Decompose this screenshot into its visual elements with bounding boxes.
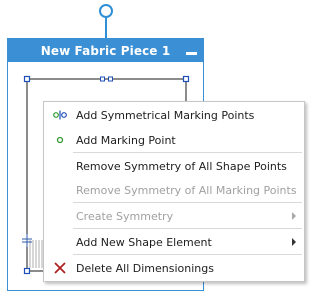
menu-separator (73, 228, 302, 229)
shape-point[interactable] (182, 75, 190, 83)
menu-item-add-symmetrical-marking-points[interactable]: Add Symmetrical Marking Points (44, 103, 304, 127)
minimize-button[interactable] (186, 52, 197, 55)
connector-node[interactable] (99, 4, 113, 18)
hatch-pattern (29, 240, 43, 268)
delete-x-icon (44, 261, 75, 275)
menu-item-remove-symmetry-shape-points[interactable]: Remove Symmetry of All Shape Points (44, 154, 304, 178)
chevron-right-icon (292, 238, 296, 246)
menu-item-remove-symmetry-marking-points: Remove Symmetry of All Marking Points (44, 178, 304, 202)
connector-line (105, 18, 107, 38)
menu-item-delete-all-dimensionings[interactable]: Delete All Dimensionings (44, 256, 304, 280)
fabric-piece-title: New Fabric Piece 1 (40, 43, 171, 58)
menu-item-label: Remove Symmetry of All Marking Points (76, 183, 297, 197)
menu-item-label: Remove Symmetry of All Shape Points (76, 159, 287, 173)
menu-item-label: Delete All Dimensionings (76, 261, 214, 275)
menu-item-add-marking-point[interactable]: Add Marking Point (44, 128, 304, 152)
menu-item-create-symmetry: Create Symmetry (44, 204, 304, 228)
menu-item-label: Add Marking Point (76, 133, 176, 147)
dimension-marker (22, 234, 32, 247)
shape-point[interactable] (23, 75, 31, 83)
fabric-piece-header[interactable]: New Fabric Piece 1 (8, 39, 203, 62)
shape-point[interactable] (23, 267, 31, 275)
menu-item-label: Add Symmetrical Marking Points (76, 108, 255, 122)
menu-item-label: Add New Shape Element (76, 235, 212, 249)
context-menu: Add Symmetrical Marking Points Add Marki… (43, 101, 305, 282)
menu-separator (73, 202, 302, 203)
menu-separator (73, 254, 302, 255)
menu-separator (73, 152, 302, 153)
marking-point-icon (44, 135, 75, 145)
chevron-right-icon (292, 212, 296, 220)
symmetric-points-icon (44, 110, 75, 120)
menu-item-label: Create Symmetry (76, 209, 174, 223)
menu-item-add-new-shape-element[interactable]: Add New Shape Element (44, 230, 304, 254)
